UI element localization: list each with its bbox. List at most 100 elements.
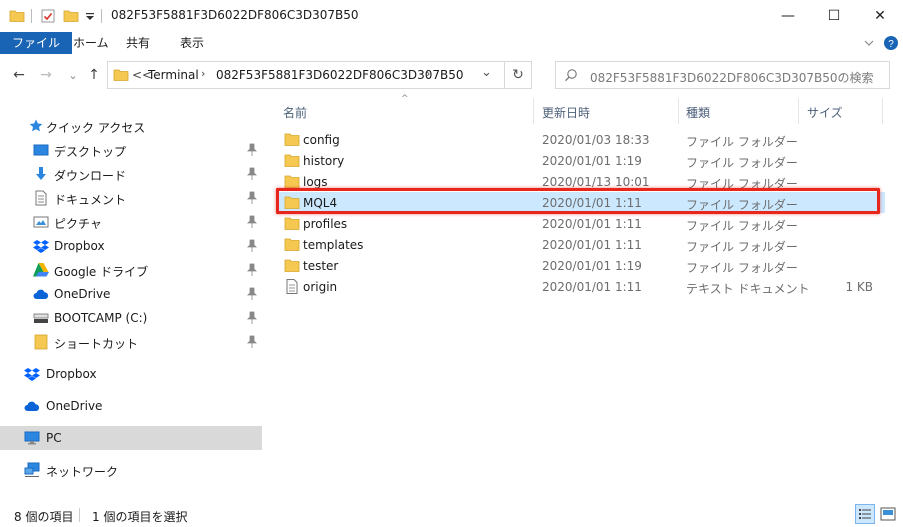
pin-icon[interactable] — [246, 263, 258, 277]
file-size: 1 KB — [845, 280, 873, 294]
sidebar-item-label: クイック アクセス — [46, 121, 146, 135]
sidebar-item-label: BOOTCAMP (C:) — [54, 311, 148, 325]
breadcrumb-separator[interactable]: › — [201, 67, 205, 80]
table-row[interactable]: logs 2020/01/13 10:01 ファイル フォルダー — [278, 171, 885, 192]
address-bar[interactable]: << Terminal › 082F53F5881F3D6022DF806C3D… — [107, 61, 505, 89]
back-button[interactable]: ← — [10, 66, 28, 84]
details-view-icon[interactable] — [855, 504, 875, 524]
customize-quick-access-icon[interactable] — [84, 8, 96, 24]
file-date: 2020/01/01 1:11 — [542, 238, 642, 252]
minimize-button[interactable]: — — [765, 0, 811, 32]
file-name: MQL4 — [303, 196, 338, 210]
file-date: 2020/01/03 18:33 — [542, 133, 650, 147]
file-list: ^ 名前 更新日時 種類 サイズ config 2020/01/03 18:33… — [270, 94, 903, 500]
sidebar-item-onedrive[interactable]: OneDrive — [0, 282, 262, 306]
file-type: ファイル フォルダー — [686, 240, 798, 254]
download-icon — [36, 167, 46, 180]
sidebar-root-onedrive[interactable]: OneDrive — [0, 394, 262, 418]
column-header-date[interactable]: 更新日時 — [542, 104, 590, 121]
sidebar-quick-access[interactable]: クイック アクセス — [0, 114, 262, 138]
tab-home[interactable]: ホーム — [62, 32, 120, 54]
sidebar-root-dropbox[interactable]: Dropbox — [0, 362, 262, 386]
document-icon — [35, 190, 47, 206]
dropbox-icon — [24, 368, 40, 381]
item-count: 8 個の項目 — [14, 510, 74, 524]
pin-icon[interactable] — [246, 311, 258, 325]
sidebar-item-bootcamp[interactable]: BOOTCAMP (C:) — [0, 306, 262, 330]
sidebar-item-label: Google ドライブ — [54, 265, 149, 279]
recent-locations-button[interactable]: ⌄ — [64, 66, 82, 84]
maximize-button[interactable]: ☐ — [811, 0, 857, 32]
sidebar-item-label: OneDrive — [46, 399, 103, 413]
file-type: ファイル フォルダー — [686, 177, 798, 191]
pin-icon[interactable] — [246, 143, 258, 157]
search-icon — [565, 69, 577, 82]
breadcrumb-terminal[interactable]: Terminal — [148, 68, 199, 82]
column-header-size[interactable]: サイズ — [807, 104, 843, 121]
pin-icon[interactable] — [246, 215, 258, 229]
window-title: 082F53F5881F3D6022DF806C3D307B50 — [111, 8, 359, 22]
sidebar-item-shortcuts[interactable]: ショートカット — [0, 330, 262, 354]
close-button[interactable]: ✕ — [857, 0, 903, 32]
properties-icon[interactable] — [40, 8, 56, 24]
sidebar-item-label: ドキュメント — [54, 193, 127, 207]
table-row-selected[interactable]: MQL4 2020/01/01 1:11 ファイル フォルダー — [278, 192, 885, 213]
file-date: 2020/01/01 1:19 — [542, 259, 642, 273]
folder-icon — [284, 175, 300, 188]
sidebar-item-google-drive[interactable]: Google ドライブ — [0, 258, 262, 282]
column-header-type[interactable]: 種類 — [686, 104, 710, 121]
sidebar-item-pictures[interactable]: ピクチャ — [0, 210, 262, 234]
file-date: 2020/01/01 1:11 — [542, 217, 642, 231]
column-divider[interactable] — [798, 98, 799, 124]
sidebar-item-documents[interactable]: ドキュメント — [0, 186, 262, 210]
tab-share[interactable]: 共有 — [115, 32, 161, 54]
address-dropdown-button[interactable]: ⌄ — [481, 65, 492, 80]
table-row[interactable]: origin 2020/01/01 1:11 テキスト ドキュメント 1 KB — [278, 276, 885, 297]
sidebar-item-label: ショートカット — [54, 337, 139, 351]
file-name: templates — [303, 238, 364, 252]
sidebar-root-pc[interactable]: PC — [0, 426, 262, 450]
sidebar-item-downloads[interactable]: ダウンロード — [0, 162, 262, 186]
file-name: history — [303, 154, 345, 168]
refresh-button[interactable]: ↻ — [505, 61, 532, 89]
table-row[interactable]: profiles 2020/01/01 1:11 ファイル フォルダー — [278, 213, 885, 234]
folder-icon — [284, 259, 300, 272]
column-divider[interactable] — [533, 98, 534, 124]
forward-button[interactable]: → — [37, 66, 55, 84]
expand-ribbon-icon[interactable] — [861, 35, 877, 51]
text-file-icon — [286, 279, 298, 294]
pc-icon — [24, 431, 40, 445]
table-row[interactable]: templates 2020/01/01 1:11 ファイル フォルダー — [278, 234, 885, 255]
pin-icon[interactable] — [246, 191, 258, 205]
search-box[interactable]: 082F53F5881F3D6022DF806C3D307B50の検索 — [555, 61, 890, 89]
sidebar-item-desktop[interactable]: デスクトップ — [0, 138, 262, 162]
pin-icon[interactable] — [246, 239, 258, 253]
address-row: ← → ⌄ ↑ << Terminal › 082F53F5881F3D6022… — [0, 54, 903, 94]
status-bar: 8 個の項目 1 個の項目を選択 — [0, 500, 903, 527]
file-date: 2020/01/01 1:19 — [542, 154, 642, 168]
new-folder-icon[interactable] — [63, 8, 79, 24]
column-header-name[interactable]: 名前 — [283, 104, 307, 121]
up-button[interactable]: ↑ — [85, 66, 103, 84]
search-input[interactable]: 082F53F5881F3D6022DF806C3D307B50の検索 — [590, 69, 874, 86]
tab-view[interactable]: 表示 — [169, 32, 215, 54]
drive-icon — [33, 313, 49, 323]
large-icons-view-icon[interactable] — [878, 504, 898, 524]
pin-icon[interactable] — [246, 287, 258, 301]
sidebar-root-network[interactable]: ネットワーク — [0, 458, 262, 482]
table-row[interactable]: tester 2020/01/01 1:19 ファイル フォルダー — [278, 255, 885, 276]
column-divider[interactable] — [678, 98, 679, 124]
sidebar-item-dropbox[interactable]: Dropbox — [0, 234, 262, 258]
column-divider[interactable] — [882, 98, 883, 124]
breadcrumb-separator[interactable]: › — [426, 67, 430, 80]
file-name: logs — [303, 175, 328, 189]
table-row[interactable]: history 2020/01/01 1:19 ファイル フォルダー — [278, 150, 885, 171]
help-icon[interactable]: ? — [883, 35, 899, 51]
selection-count: 1 個の項目を選択 — [92, 510, 188, 524]
file-type: ファイル フォルダー — [686, 219, 798, 233]
file-type: ファイル フォルダー — [686, 261, 798, 275]
table-row[interactable]: config 2020/01/03 18:33 ファイル フォルダー — [278, 129, 885, 150]
file-name: tester — [303, 259, 339, 273]
pin-icon[interactable] — [246, 167, 258, 181]
pin-icon[interactable] — [246, 335, 258, 349]
